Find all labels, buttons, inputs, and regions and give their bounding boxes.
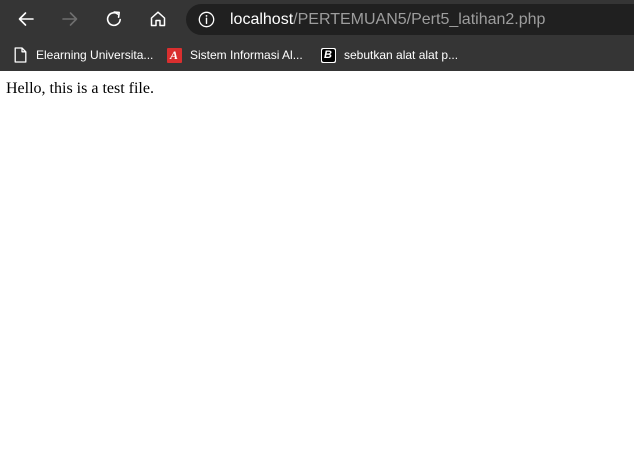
black-b-icon: B — [320, 47, 336, 63]
url-path: /PERTEMUAN5/Pert5_latihan2.php — [293, 11, 546, 28]
home-icon — [150, 11, 166, 27]
page-content: Hello, this is a test file. — [0, 71, 634, 475]
bookmark-sistem-informasi[interactable]: A Sistem Informasi Al... — [166, 42, 303, 68]
bookmark-label: Elearning Universita... — [36, 48, 154, 62]
bookmark-label: Sistem Informasi Al... — [190, 48, 303, 62]
browser-toolbar: localhost/PERTEMUAN5/Pert5_latihan2.php — [0, 0, 634, 38]
arrow-left-icon — [18, 12, 34, 26]
page-icon — [12, 47, 28, 63]
reload-button[interactable] — [98, 3, 130, 35]
bookmark-sebutkan[interactable]: B sebutkan alat alat p... — [320, 42, 458, 68]
bookmark-label: sebutkan alat alat p... — [344, 48, 459, 62]
page-text: Hello, this is a test file. — [6, 80, 154, 97]
browser-chrome: localhost/PERTEMUAN5/Pert5_latihan2.php … — [0, 0, 634, 71]
back-button[interactable] — [10, 3, 42, 35]
arrow-right-icon — [62, 12, 78, 26]
url-text[interactable]: localhost/PERTEMUAN5/Pert5_latihan2.php — [230, 10, 545, 30]
address-bar[interactable]: localhost/PERTEMUAN5/Pert5_latihan2.php — [186, 4, 634, 35]
bookmarks-bar: Elearning Universita... A Sistem Informa… — [0, 38, 634, 71]
bookmark-elearning[interactable]: Elearning Universita... — [12, 42, 153, 68]
home-button[interactable] — [142, 3, 174, 35]
info-icon[interactable] — [198, 11, 215, 28]
reload-icon — [106, 11, 121, 27]
url-host: localhost — [230, 11, 294, 28]
forward-button[interactable] — [54, 3, 86, 35]
red-a-icon: A — [166, 47, 182, 63]
